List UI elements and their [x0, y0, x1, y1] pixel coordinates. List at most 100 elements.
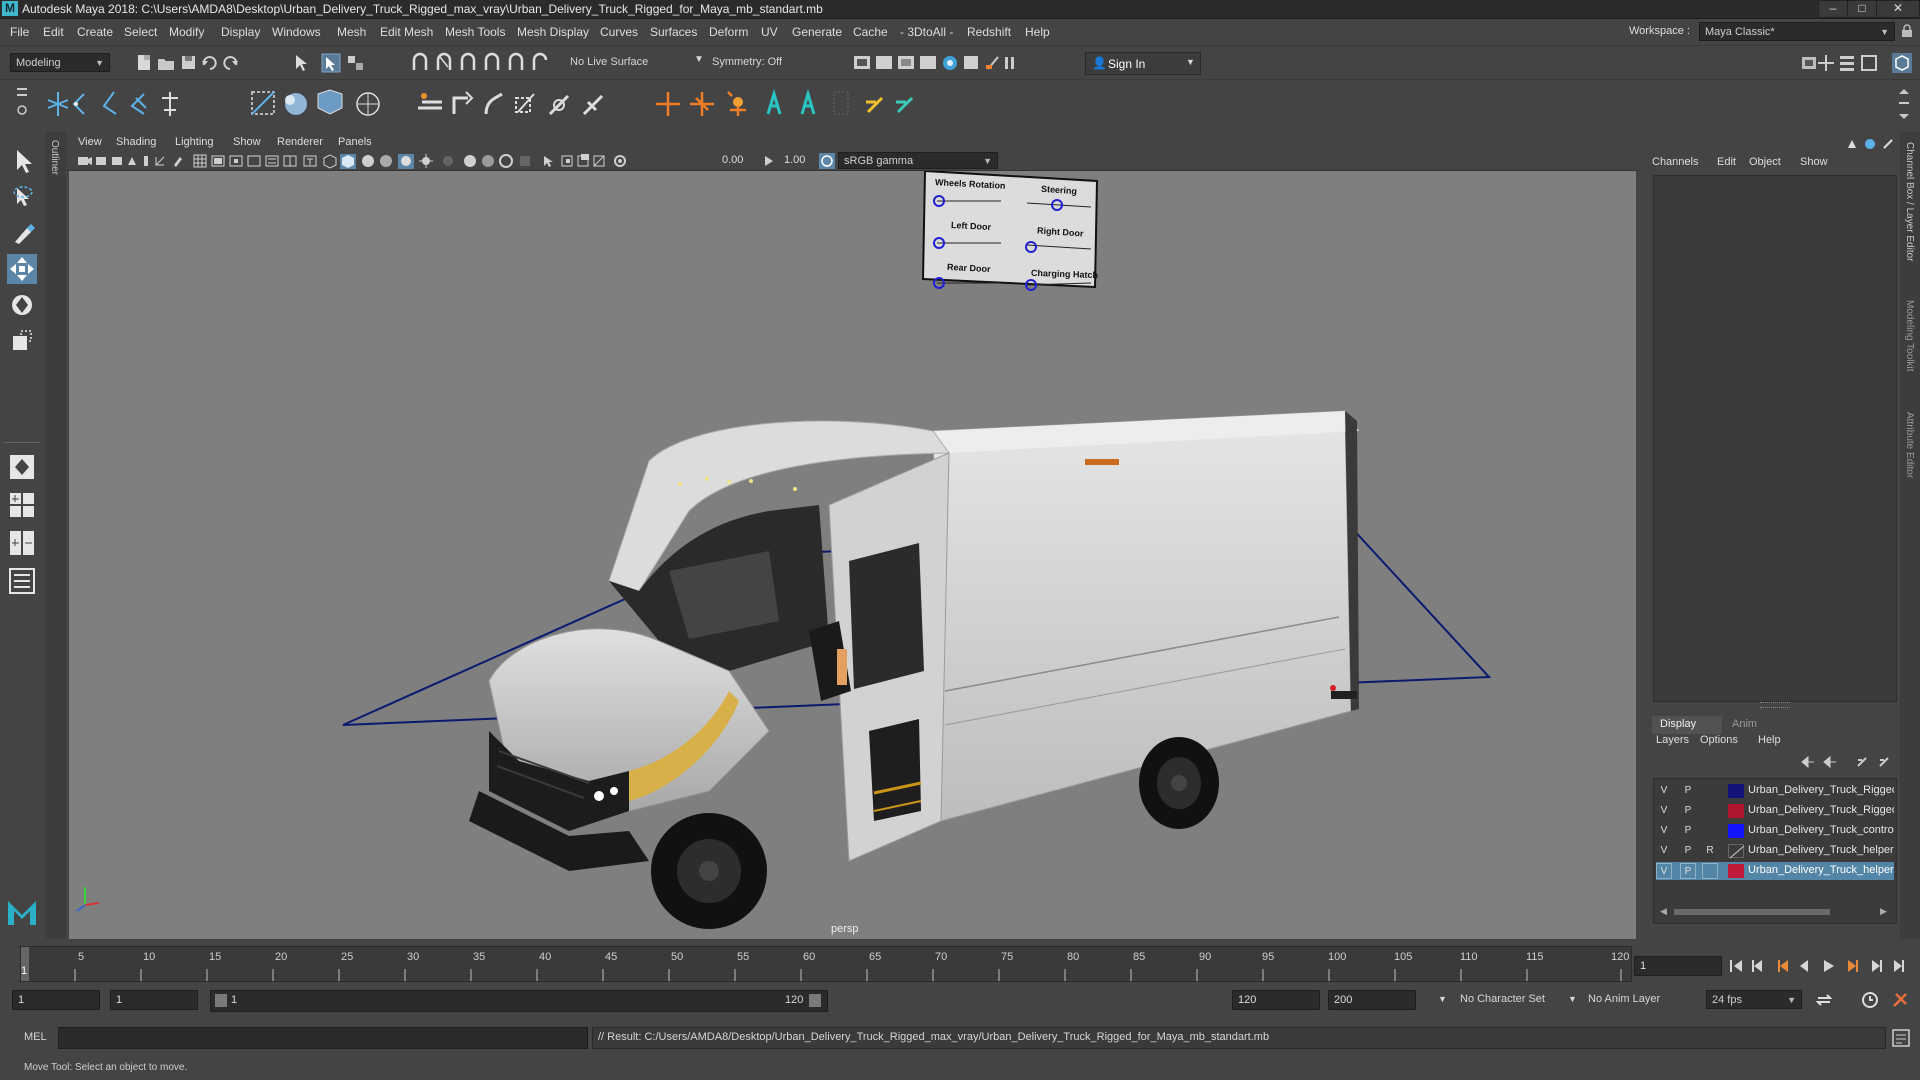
range-bar[interactable]: 1 120: [210, 990, 828, 1012]
layer-playback-toggle[interactable]: P: [1680, 823, 1696, 839]
surface-tools-icons[interactable]: [248, 88, 388, 120]
layer-menu-layers[interactable]: Layers: [1656, 734, 1689, 746]
selection-mode-icons[interactable]: [292, 52, 392, 74]
shelf-options-icon[interactable]: [12, 86, 32, 122]
layer-visibility-toggle[interactable]: V: [1656, 823, 1672, 839]
layer-list-scrollbar[interactable]: ◀ ▶: [1660, 906, 1890, 918]
menuset-dropdown[interactable]: Modeling ▼: [10, 53, 110, 72]
menu-mesh-display[interactable]: Mesh Display: [517, 25, 589, 39]
lock-icon[interactable]: [1901, 24, 1913, 38]
layer-display-type[interactable]: [1702, 863, 1718, 879]
timeline-ruler[interactable]: 5 10 15 20 25 30 35 40 45 50 55 60 65 70…: [20, 946, 1632, 982]
viewport-menu-renderer[interactable]: Renderer: [277, 136, 323, 148]
menu-mesh-tools[interactable]: Mesh Tools: [445, 25, 505, 39]
script-language-label[interactable]: MEL: [24, 1031, 47, 1043]
workspace-dropdown[interactable]: Maya Classic* ▼: [1699, 22, 1895, 41]
lasso-tool-icon[interactable]: [7, 182, 37, 212]
animation-end-field[interactable]: 200: [1328, 990, 1416, 1010]
sign-in-button[interactable]: 👤 Sign In ▼: [1085, 52, 1201, 75]
channel-list[interactable]: [1653, 175, 1897, 702]
layer-row[interactable]: V P R Urban_Delivery_Truck_helpers_: [1656, 842, 1894, 860]
layer-row-selected[interactable]: V P Urban_Delivery_Truck_helpers: [1656, 862, 1894, 880]
layer-color-swatch[interactable]: [1728, 784, 1744, 798]
color-management-icon[interactable]: [819, 153, 835, 169]
menu-generate[interactable]: Generate: [792, 25, 842, 39]
script-editor-icon[interactable]: [1892, 1029, 1910, 1047]
curve-tools-icons[interactable]: [44, 88, 214, 120]
menu-surfaces[interactable]: Surfaces: [650, 25, 697, 39]
menu-edit-mesh[interactable]: Edit Mesh: [380, 25, 433, 39]
viewport-toolbar-icons[interactable]: [76, 153, 696, 169]
layer-name[interactable]: Urban_Delivery_Truck_controll: [1748, 824, 1894, 836]
playback-end-field[interactable]: 120: [1232, 990, 1320, 1010]
snap-icons[interactable]: [410, 52, 550, 74]
menu-help[interactable]: Help: [1025, 25, 1050, 39]
layer-display-type[interactable]: [1702, 823, 1718, 839]
menu-deform[interactable]: Deform: [709, 25, 748, 39]
layer-name[interactable]: Urban_Delivery_Truck_helpers_: [1748, 844, 1894, 856]
tab-anim[interactable]: Anim: [1724, 716, 1784, 734]
color-space-dropdown[interactable]: sRGB gamma ▼: [838, 152, 998, 169]
menu-create[interactable]: Create: [77, 25, 113, 39]
viewport-menu-show[interactable]: Show: [233, 136, 261, 148]
move-tool-icon[interactable]: [7, 254, 37, 284]
menu-select[interactable]: Select: [124, 25, 157, 39]
menu-file[interactable]: File: [10, 25, 29, 39]
channelbox-menu-show[interactable]: Show: [1800, 156, 1828, 168]
viewport-menu-view[interactable]: View: [78, 136, 102, 148]
loop-and-prefs-icons[interactable]: [1814, 990, 1914, 1010]
layer-name[interactable]: Urban_Delivery_Truck_Rigged_: [1748, 784, 1894, 796]
minimize-button[interactable]: –: [1818, 0, 1848, 18]
menu-redshift[interactable]: Redshift: [967, 25, 1011, 39]
layer-playback-toggle[interactable]: P: [1680, 803, 1696, 819]
layer-visibility-toggle[interactable]: V: [1656, 783, 1672, 799]
select-tool-icon[interactable]: [7, 146, 37, 176]
viewport-menu-shading[interactable]: Shading: [116, 136, 156, 148]
layer-playback-toggle[interactable]: P: [1680, 863, 1696, 879]
menu-edit[interactable]: Edit: [43, 25, 64, 39]
range-end-handle[interactable]: [809, 994, 821, 1007]
maximize-button[interactable]: □: [1847, 0, 1877, 18]
symmetry-label[interactable]: Symmetry: Off: [712, 56, 782, 68]
channelbox-menu-channels[interactable]: Channels: [1652, 156, 1698, 168]
tab-channel-box-layer-editor[interactable]: Channel Box / Layer Editor: [1904, 142, 1915, 262]
layer-playback-toggle[interactable]: P: [1680, 843, 1696, 859]
perspective-viewport[interactable]: Wheels Rotation Steering Left Door Right…: [69, 171, 1636, 939]
gamma-field[interactable]: 1.00: [784, 154, 805, 166]
layer-display-type[interactable]: R: [1702, 843, 1718, 859]
rotate-tool-icon[interactable]: [7, 290, 37, 320]
close-button[interactable]: ✕: [1876, 0, 1920, 18]
layer-row[interactable]: V P Urban_Delivery_Truck_Rigged_: [1656, 802, 1894, 820]
panel-splitter[interactable]: [1760, 702, 1790, 708]
layer-playback-toggle[interactable]: P: [1680, 783, 1696, 799]
edit-curve-icons[interactable]: [414, 88, 624, 120]
layer-row[interactable]: V P Urban_Delivery_Truck_controll: [1656, 822, 1894, 840]
playback-controls[interactable]: [1728, 957, 1913, 975]
render-tools-icons[interactable]: [852, 53, 1032, 73]
channelbox-menu-edit[interactable]: Edit: [1717, 156, 1736, 168]
viewport-menu-panels[interactable]: Panels: [338, 136, 372, 148]
scale-tool-icon[interactable]: [7, 326, 37, 356]
layer-color-swatch[interactable]: [1728, 804, 1744, 818]
tab-attribute-editor[interactable]: Attribute Editor: [1904, 412, 1915, 478]
layer-color-swatch[interactable]: [1728, 824, 1744, 838]
tab-modeling-toolkit[interactable]: Modeling Toolkit: [1904, 300, 1915, 372]
channelbox-header-icons[interactable]: [1844, 136, 1900, 152]
menu-cache[interactable]: Cache: [853, 25, 888, 39]
menu-3dtoall[interactable]: - 3DtoAll -: [900, 25, 953, 39]
menu-mesh[interactable]: Mesh: [337, 25, 366, 39]
layer-row[interactable]: V P Urban_Delivery_Truck_Rigged_: [1656, 782, 1894, 800]
outliner-layout-icon[interactable]: [7, 566, 37, 596]
four-view-layout-icon[interactable]: [7, 490, 37, 520]
current-frame-field[interactable]: 1: [1634, 956, 1722, 976]
layer-action-icons[interactable]: [1798, 754, 1898, 770]
layer-display-type[interactable]: [1702, 803, 1718, 819]
anim-layer-label[interactable]: No Anim Layer: [1588, 993, 1660, 1005]
scrollbar-thumb[interactable]: [1674, 909, 1830, 915]
command-input[interactable]: [58, 1027, 588, 1049]
layer-name[interactable]: Urban_Delivery_Truck_Rigged_: [1748, 804, 1894, 816]
layer-menu-help[interactable]: Help: [1758, 734, 1781, 746]
layer-menu-options[interactable]: Options: [1700, 734, 1738, 746]
layer-name[interactable]: Urban_Delivery_Truck_helpers: [1748, 864, 1894, 876]
gamma-icon[interactable]: [762, 154, 776, 168]
